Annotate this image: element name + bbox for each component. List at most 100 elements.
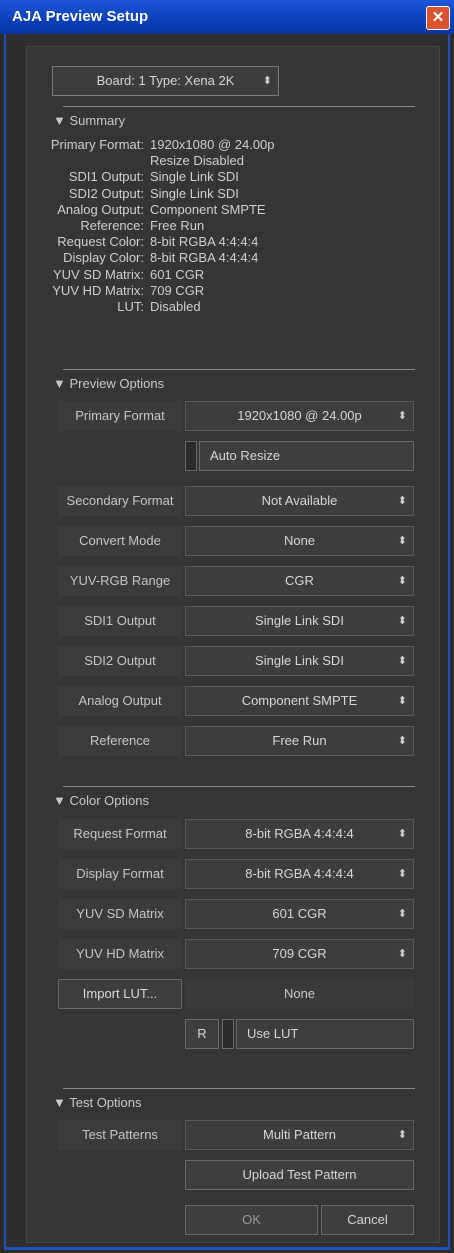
display-format-select[interactable]: 8-bit RGBA 4:4:4:4 ⬍ xyxy=(185,859,414,889)
secondary-format-select[interactable]: Not Available ⬍ xyxy=(185,486,414,516)
use-lut-toggle[interactable]: Use LUT xyxy=(236,1019,414,1049)
yuv-hd-matrix-value: 709 CGR xyxy=(272,946,327,961)
analog-output-label: Analog Output xyxy=(58,686,182,716)
analog-output-value: Component SMPTE xyxy=(241,693,358,708)
sdi2-output-select[interactable]: Single Link SDI ⬍ xyxy=(185,646,414,676)
cancel-button[interactable]: Cancel xyxy=(321,1205,414,1235)
yuv-rgb-range-select[interactable]: CGR ⬍ xyxy=(185,566,414,596)
summary-key: LUT: xyxy=(117,299,144,314)
summary-key: SDI1 Output: xyxy=(68,169,144,184)
request-format-select[interactable]: 8-bit RGBA 4:4:4:4 ⬍ xyxy=(185,819,414,849)
reference-value: Free Run xyxy=(272,733,327,748)
summary-key: YUV HD Matrix: xyxy=(52,283,144,298)
yuv-hd-matrix-label: YUV HD Matrix xyxy=(58,939,182,969)
summary-value: Resize Disabled xyxy=(150,153,244,168)
test-patterns-value: Multi Pattern xyxy=(263,1127,336,1142)
analog-output-select[interactable]: Component SMPTE ⬍ xyxy=(185,686,414,716)
summary-value: Disabled xyxy=(150,299,201,314)
title-bar[interactable]: AJA Preview Setup ✕ xyxy=(0,0,454,34)
sdi2-output-value: Single Link SDI xyxy=(255,653,344,668)
chevron-updown-icon: ⬍ xyxy=(397,410,407,422)
chevron-updown-icon: ⬍ xyxy=(397,828,407,840)
divider xyxy=(63,369,415,370)
summary-value: 1920x1080 @ 24.00p xyxy=(150,137,275,152)
yuv-sd-matrix-select[interactable]: 601 CGR ⬍ xyxy=(185,899,414,929)
dialog-window: AJA Preview Setup ✕ Board: 1 Type: Xena … xyxy=(0,0,454,1253)
display-format-value: 8-bit RGBA 4:4:4:4 xyxy=(245,866,354,881)
request-format-value: 8-bit RGBA 4:4:4:4 xyxy=(245,826,354,841)
sdi1-output-value: Single Link SDI xyxy=(255,613,344,628)
preview-options-header[interactable]: ▼ Preview Options xyxy=(53,376,164,391)
auto-resize-checkbox[interactable] xyxy=(185,441,197,471)
divider xyxy=(63,786,415,787)
convert-mode-value: None xyxy=(283,533,316,548)
chevron-updown-icon: ⬍ xyxy=(397,868,407,880)
yuv-rgb-range-value: CGR xyxy=(285,573,314,588)
chevron-updown-icon: ⬍ xyxy=(397,735,407,747)
chevron-updown-icon: ⬍ xyxy=(397,495,407,507)
chevron-updown-icon: ⬍ xyxy=(397,535,407,547)
summary-value: Component SMPTE xyxy=(150,202,266,217)
board-select[interactable]: Board: 1 Type: Xena 2K ⬍ xyxy=(52,66,279,96)
close-icon[interactable]: ✕ xyxy=(426,6,450,30)
yuv-sd-matrix-value: 601 CGR xyxy=(272,906,327,921)
yuv-hd-matrix-select[interactable]: 709 CGR ⬍ xyxy=(185,939,414,969)
yuv-rgb-range-label: YUV-RGB Range xyxy=(58,566,182,596)
summary-value: 8-bit RGBA 4:4:4:4 xyxy=(150,250,259,265)
chevron-updown-icon: ⬍ xyxy=(397,655,407,667)
test-patterns-select[interactable]: Multi Pattern ⬍ xyxy=(185,1120,414,1150)
summary-key: Request Color: xyxy=(57,234,144,249)
use-lut-checkbox[interactable] xyxy=(222,1019,234,1049)
summary-key: YUV SD Matrix: xyxy=(52,267,144,282)
primary-format-select[interactable]: 1920x1080 @ 24.00p ⬍ xyxy=(185,401,414,431)
auto-resize-toggle[interactable]: Auto Resize xyxy=(199,441,414,471)
lut-name-display: None xyxy=(185,979,414,1009)
color-options-header[interactable]: ▼ Color Options xyxy=(53,793,149,808)
summary-key: Reference: xyxy=(80,218,144,233)
chevron-updown-icon: ⬍ xyxy=(262,75,272,87)
import-lut-button[interactable]: Import LUT... xyxy=(58,979,182,1009)
chevron-updown-icon: ⬍ xyxy=(397,1129,407,1141)
window-frame: Board: 1 Type: Xena 2K ⬍ ▼ Summary ▼ Pre… xyxy=(4,34,450,1250)
divider xyxy=(63,106,415,107)
summary-value: 709 CGR xyxy=(150,283,205,298)
sdi1-output-label: SDI1 Output xyxy=(58,606,182,636)
summary-value: 8-bit RGBA 4:4:4:4 xyxy=(150,234,259,249)
primary-format-label: Primary Format xyxy=(58,401,182,431)
reference-label: Reference xyxy=(58,726,182,756)
chevron-updown-icon: ⬍ xyxy=(397,615,407,627)
convert-mode-label: Convert Mode xyxy=(58,526,182,556)
secondary-format-label: Secondary Format xyxy=(58,486,182,516)
summary-key: Primary Format: xyxy=(50,137,144,152)
summary-value: Single Link SDI xyxy=(150,186,239,201)
chevron-updown-icon: ⬍ xyxy=(397,908,407,920)
summary-value: 601 CGR xyxy=(150,267,205,282)
upload-test-pattern-button[interactable]: Upload Test Pattern xyxy=(185,1160,414,1190)
convert-mode-select[interactable]: None ⬍ xyxy=(185,526,414,556)
board-select-value: Board: 1 Type: Xena 2K xyxy=(96,73,235,88)
summary-value: Single Link SDI xyxy=(150,169,239,184)
settings-panel: Board: 1 Type: Xena 2K ⬍ ▼ Summary ▼ Pre… xyxy=(26,46,440,1243)
test-patterns-label: Test Patterns xyxy=(58,1120,182,1150)
display-format-label: Display Format xyxy=(58,859,182,889)
summary-header[interactable]: ▼ Summary xyxy=(53,113,125,128)
chevron-updown-icon: ⬍ xyxy=(397,948,407,960)
yuv-sd-matrix-label: YUV SD Matrix xyxy=(58,899,182,929)
reference-select[interactable]: Free Run ⬍ xyxy=(185,726,414,756)
secondary-format-value: Not Available xyxy=(261,493,338,508)
summary-key: Analog Output: xyxy=(57,202,144,217)
summary-key: Display Color: xyxy=(63,250,144,265)
summary-value: Free Run xyxy=(150,218,205,233)
divider xyxy=(63,1088,415,1089)
test-options-header[interactable]: ▼ Test Options xyxy=(53,1095,142,1110)
chevron-updown-icon: ⬍ xyxy=(397,575,407,587)
window-title: AJA Preview Setup xyxy=(12,8,149,25)
ok-button[interactable]: OK xyxy=(185,1205,318,1235)
primary-format-value: 1920x1080 @ 24.00p xyxy=(237,408,362,423)
r-button[interactable]: R xyxy=(185,1019,219,1049)
sdi2-output-label: SDI2 Output xyxy=(58,646,182,676)
request-format-label: Request Format xyxy=(58,819,182,849)
summary-key: SDI2 Output: xyxy=(68,186,144,201)
chevron-updown-icon: ⬍ xyxy=(397,695,407,707)
sdi1-output-select[interactable]: Single Link SDI ⬍ xyxy=(185,606,414,636)
